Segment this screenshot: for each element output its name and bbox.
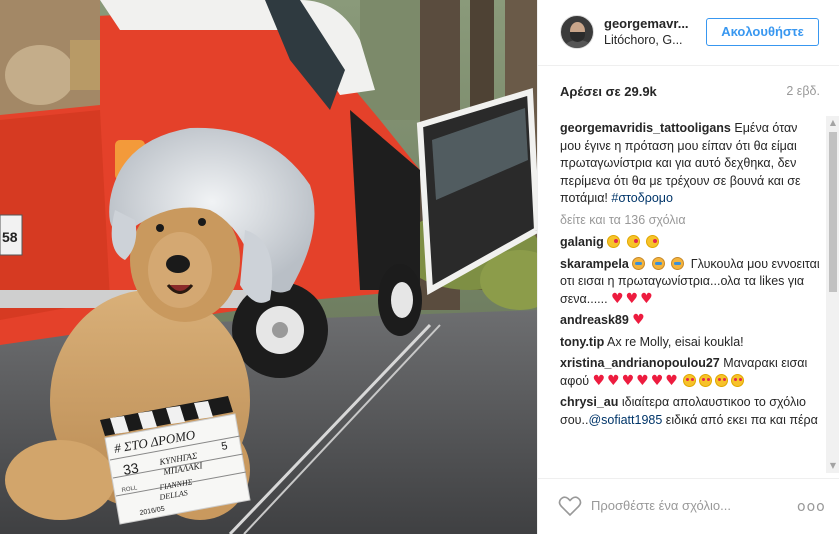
comment-username[interactable]: andreask89	[560, 313, 629, 327]
cat-emoji-icon	[651, 256, 665, 270]
caption-username[interactable]: georgemavridis_tattooligans	[560, 121, 731, 135]
comment-text-continued: ειδικά από εκει πα και πέρα	[665, 412, 818, 427]
heart-emoji-icon: ♥	[650, 372, 664, 389]
scroll-up-arrow-icon[interactable]: ▲	[826, 116, 839, 130]
comment-username[interactable]: galanig	[560, 235, 604, 249]
comment-item: chrysi_au ιδιαίτερα απολαυστικοο το σχόλ…	[560, 394, 820, 429]
like-heart-icon[interactable]	[558, 495, 582, 517]
avatar[interactable]	[560, 15, 594, 49]
post-location[interactable]: Litóchoro, G...	[604, 33, 683, 47]
kiss-emoji-icon	[607, 235, 621, 248]
comment-text: Ax re Molly, eisai koukla!	[607, 334, 744, 349]
follow-button[interactable]: Ακολουθήστε	[706, 18, 819, 46]
kiss-emoji-icon	[626, 235, 640, 248]
heart-emoji-icon: ♥	[636, 372, 649, 389]
heart-eyes-emoji-icon	[731, 373, 745, 387]
comment-item: andreask89 ♥	[560, 312, 820, 330]
likes-count[interactable]: Αρέσει σε 29.9k	[560, 84, 657, 99]
comment-item: skarampela Γλυκουλα μου εννοειται οτι ει…	[560, 256, 820, 309]
scroll-thumb[interactable]	[829, 132, 837, 292]
comment-item: tony.tip Ax re Molly, eisai koukla!	[560, 334, 820, 352]
post-photo[interactable]: 58 # ΣΤΟ ΔΡΟΜΟ 33 ΚΥΝΗΓΑΣ ΜΠΑΛΑΚΙ 5 ROLL…	[0, 0, 537, 534]
post-header: georgemavr... Litóchoro, G... Ακολουθήστ…	[538, 0, 839, 66]
clapper-scene-number: 33	[122, 459, 140, 477]
heart-emoji-icon: ♥	[665, 372, 678, 389]
comments-list: georgemavridis_tattooligans Εμένα όταν μ…	[560, 120, 820, 472]
caption: georgemavridis_tattooligans Εμένα όταν μ…	[560, 120, 820, 208]
heart-emoji-icon: ♥	[621, 372, 635, 389]
post-footer: Προσθέστε ένα σχόλιο... ooo	[538, 478, 839, 534]
comment-item: galanig	[560, 234, 820, 252]
load-more-comments[interactable]: δείτε και τα 136 σχόλια	[560, 212, 820, 230]
comment-username[interactable]: xristina_andrianopoulou27	[560, 356, 720, 370]
comment-item: xristina_andrianopoulou27 Μαναρακι εισαι…	[560, 355, 820, 390]
heart-eyes-emoji-icon	[683, 373, 697, 387]
more-options-button[interactable]: ooo	[797, 499, 826, 515]
post-time[interactable]: 2 εβδ.	[786, 84, 820, 98]
comment-username[interactable]: tony.tip	[560, 335, 604, 349]
post-username[interactable]: georgemavr...	[604, 16, 689, 31]
kiss-emoji-icon	[646, 235, 660, 248]
heart-eyes-emoji-icon	[715, 373, 729, 387]
cat-emoji-icon	[632, 256, 646, 270]
comment-username[interactable]: skarampela	[560, 257, 629, 271]
heart-emoji-icon: ♥	[611, 290, 624, 307]
heart-emoji-icon: ♥	[607, 372, 620, 389]
heart-emoji-icon: ♥	[632, 312, 645, 328]
heart-emoji-icon: ♥	[625, 290, 639, 307]
post-panel: georgemavr... Litóchoro, G... Ακολουθήστ…	[537, 0, 839, 534]
comment-mention[interactable]: @sofiatt1985	[588, 413, 662, 427]
comments-scrollbar[interactable]: ▲ ▼	[826, 116, 839, 473]
heart-emoji-icon: ♥	[592, 372, 606, 389]
likes-row: Αρέσει σε 29.9k 2 εβδ.	[560, 84, 820, 104]
photo-scene: 58 # ΣΤΟ ΔΡΟΜΟ 33 ΚΥΝΗΓΑΣ ΜΠΑΛΑΚΙ 5 ROLL…	[0, 0, 537, 534]
scroll-down-arrow-icon[interactable]: ▼	[826, 459, 839, 473]
caption-hashtag[interactable]: #στοδρομο	[611, 191, 673, 205]
comment-username[interactable]: chrysi_au	[560, 395, 618, 409]
add-comment-input[interactable]: Προσθέστε ένα σχόλιο...	[591, 498, 731, 513]
cat-emoji-icon	[671, 256, 685, 270]
heart-eyes-emoji-icon	[699, 373, 713, 387]
license-plate-text: 58	[2, 229, 18, 245]
heart-emoji-icon: ♥	[640, 290, 653, 307]
